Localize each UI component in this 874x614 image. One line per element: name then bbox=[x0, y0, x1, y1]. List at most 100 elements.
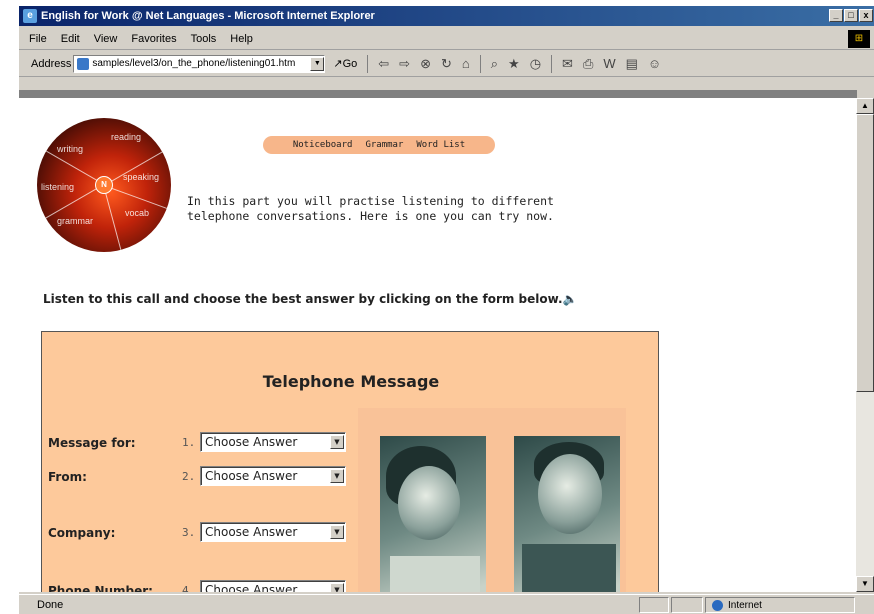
nav-noticeboard[interactable]: Noticeboard bbox=[293, 140, 353, 150]
menu-view[interactable]: View bbox=[94, 33, 118, 45]
logo-hub: N bbox=[95, 176, 113, 194]
window-controls: _ □ x bbox=[829, 9, 873, 22]
site-nav: Noticeboard Grammar Word List bbox=[263, 136, 495, 154]
address-label: Address bbox=[31, 57, 72, 70]
field-label-from: From: bbox=[48, 470, 87, 484]
page-content: writing reading listening speaking gramm… bbox=[19, 98, 857, 592]
photo-area bbox=[358, 408, 626, 592]
search-icon[interactable]: ⌕ bbox=[491, 56, 498, 72]
logo-word: vocab bbox=[125, 208, 150, 218]
menu-edit[interactable]: Edit bbox=[61, 33, 80, 45]
select-value: Choose Answer bbox=[205, 525, 298, 539]
links-bar bbox=[19, 90, 857, 98]
select-value: Choose Answer bbox=[205, 435, 298, 449]
chevron-down-icon[interactable]: ▼ bbox=[330, 469, 344, 483]
field-number: 2. bbox=[182, 470, 196, 483]
status-text: Done bbox=[37, 598, 64, 611]
forward-icon[interactable]: ⇨ bbox=[399, 56, 410, 72]
maximize-button[interactable]: □ bbox=[844, 9, 858, 22]
status-cell bbox=[671, 597, 703, 613]
nav-grammar[interactable]: Grammar bbox=[365, 140, 403, 150]
instruction-line: Listen to this call and choose the best … bbox=[43, 292, 683, 306]
security-zone: Internet bbox=[705, 597, 855, 613]
toolbar-separator bbox=[367, 54, 369, 73]
refresh-icon[interactable]: ↻ bbox=[441, 56, 452, 72]
window-title: English for Work @ Net Languages - Micro… bbox=[41, 10, 375, 22]
field-label-message-for: Message for: bbox=[48, 436, 136, 450]
instruction-text: Listen to this call and choose the best … bbox=[43, 292, 563, 306]
mail-icon[interactable]: ✉ bbox=[562, 56, 573, 72]
go-arrow-icon: ↗ bbox=[333, 58, 343, 70]
go-button[interactable]: ↗Go bbox=[333, 57, 357, 70]
logo-ray bbox=[103, 185, 170, 210]
address-url: samples/level3/on_the_phone/listening01.… bbox=[92, 58, 296, 69]
photo-body bbox=[522, 544, 616, 592]
stop-icon[interactable]: ⊗ bbox=[420, 56, 431, 72]
zone-label: Internet bbox=[728, 599, 762, 611]
photo-face bbox=[538, 454, 602, 534]
scroll-thumb[interactable] bbox=[856, 114, 874, 392]
discuss-icon[interactable]: ▤ bbox=[626, 56, 638, 72]
form-title: Telephone Message bbox=[262, 372, 440, 391]
select-value: Choose Answer bbox=[205, 469, 298, 483]
browser-window: e English for Work @ Net Languages - Mic… bbox=[18, 6, 874, 614]
address-bar: Address samples/level3/on_the_phone/list… bbox=[19, 51, 874, 77]
logo-word: writing bbox=[57, 144, 84, 154]
company-select[interactable]: Choose Answer ▼ bbox=[200, 522, 346, 542]
from-select[interactable]: Choose Answer ▼ bbox=[200, 466, 346, 486]
toolbar: ⇦ ⇨ ⊗ ↻ ⌂ ⌕ ★ ◷ ✉ ⎙ W ▤ ☺ bbox=[367, 54, 661, 73]
message-for-select[interactable]: Choose Answer ▼ bbox=[200, 432, 346, 452]
net-languages-logo: writing reading listening speaking gramm… bbox=[37, 118, 171, 252]
menu-favorites[interactable]: Favorites bbox=[131, 33, 176, 45]
toolbar-separator bbox=[479, 54, 481, 73]
photo-body bbox=[390, 556, 480, 592]
chevron-down-icon[interactable]: ▼ bbox=[330, 583, 344, 592]
intro-text: In this part you will practise listening… bbox=[187, 194, 554, 223]
logo-ray bbox=[103, 185, 123, 252]
logo-word: reading bbox=[111, 132, 142, 142]
favorites-icon[interactable]: ★ bbox=[508, 56, 520, 72]
menu-bar: File Edit View Favorites Tools Help bbox=[19, 28, 874, 50]
telephone-message-form: Telephone Message Message for: 1. Choose… bbox=[41, 331, 659, 592]
history-icon[interactable]: ◷ bbox=[530, 56, 541, 72]
toolbar-separator bbox=[551, 54, 553, 73]
field-number: 1. bbox=[182, 436, 196, 449]
messenger-icon[interactable]: ☺ bbox=[648, 56, 661, 71]
speaker-icon[interactable]: 🔈 bbox=[563, 292, 578, 306]
page-icon bbox=[77, 57, 90, 70]
vertical-scrollbar[interactable]: ▲ ▼ bbox=[856, 98, 874, 592]
status-cell bbox=[639, 597, 669, 613]
globe-icon bbox=[712, 599, 723, 611]
nav-word-list[interactable]: Word List bbox=[416, 140, 465, 150]
select-value: Choose Answer bbox=[205, 583, 298, 592]
menu-tools[interactable]: Tools bbox=[191, 33, 217, 45]
scroll-up-button[interactable]: ▲ bbox=[856, 98, 874, 114]
address-input[interactable]: samples/level3/on_the_phone/listening01.… bbox=[73, 54, 326, 73]
chevron-down-icon[interactable]: ▼ bbox=[330, 435, 344, 449]
logo-word: grammar bbox=[57, 216, 94, 226]
photo-woman-on-phone bbox=[380, 436, 486, 592]
photo-man-on-phone bbox=[514, 436, 620, 592]
back-icon[interactable]: ⇦ bbox=[378, 56, 389, 72]
phone-number-select[interactable]: Choose Answer ▼ bbox=[200, 580, 346, 592]
field-label-phone-number: Phone Number: bbox=[48, 584, 153, 592]
title-bar: e English for Work @ Net Languages - Mic… bbox=[19, 6, 874, 26]
chevron-down-icon[interactable]: ▼ bbox=[330, 525, 344, 539]
print-icon[interactable]: ⎙ bbox=[583, 56, 593, 72]
photo-face bbox=[398, 466, 460, 540]
address-dropdown-button[interactable]: ▼ bbox=[310, 56, 325, 71]
field-number: 4. bbox=[182, 584, 196, 592]
menu-help[interactable]: Help bbox=[230, 33, 253, 45]
home-icon[interactable]: ⌂ bbox=[462, 56, 470, 71]
scroll-down-button[interactable]: ▼ bbox=[856, 576, 874, 592]
menu-file[interactable]: File bbox=[29, 33, 47, 45]
field-label-company: Company: bbox=[48, 526, 116, 540]
ie-icon: e bbox=[23, 9, 37, 23]
logo-word: listening bbox=[41, 182, 75, 192]
minimize-button[interactable]: _ bbox=[829, 9, 843, 22]
status-bar: Done Internet bbox=[19, 594, 874, 614]
logo-word: speaking bbox=[123, 172, 160, 182]
close-button[interactable]: x bbox=[859, 9, 873, 22]
go-label: Go bbox=[342, 58, 358, 70]
edit-icon[interactable]: W bbox=[603, 56, 615, 71]
